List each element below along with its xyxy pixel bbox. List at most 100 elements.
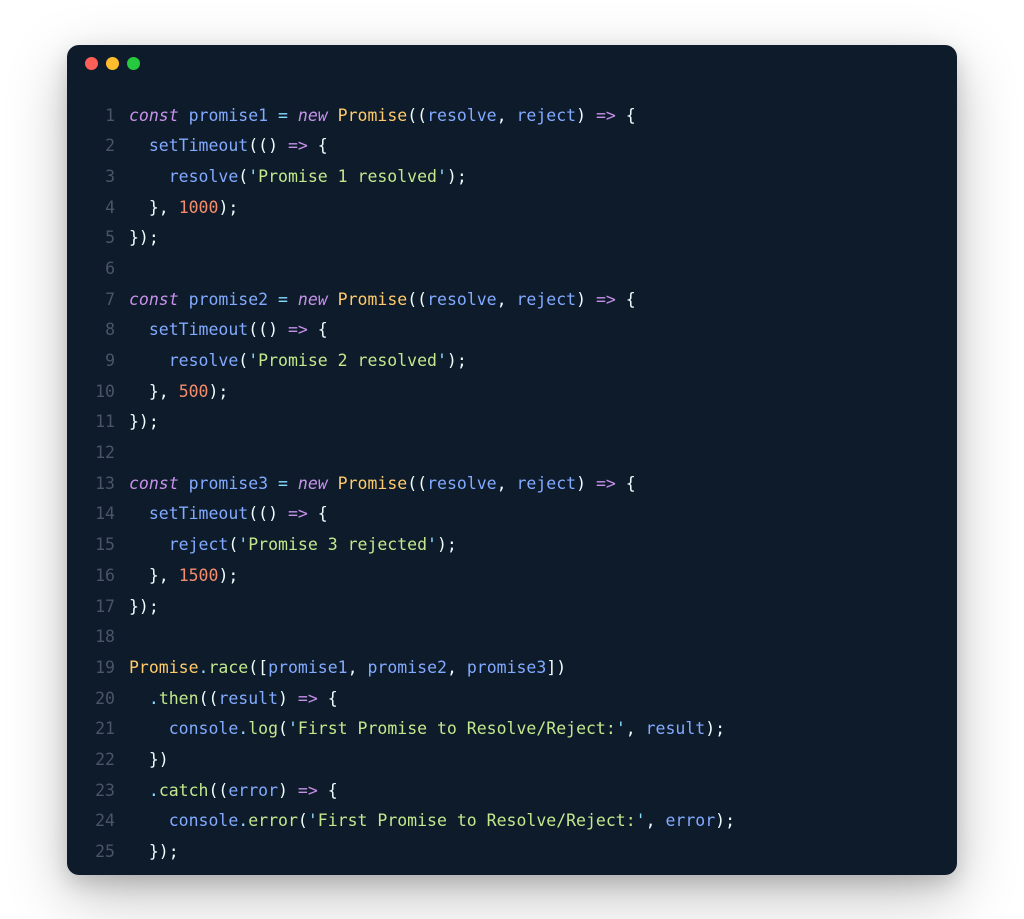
token-whitespace xyxy=(129,320,149,339)
token-ident: reject xyxy=(517,106,577,125)
token-punc: , xyxy=(497,106,517,125)
token-punc: (( xyxy=(208,781,228,800)
token-arrow: => xyxy=(288,504,308,523)
code-line: 19Promise.race([promise1, promise2, prom… xyxy=(87,653,937,684)
token-punc: { xyxy=(318,689,338,708)
code-editor[interactable]: 1const promise1 = new Promise((resolve, … xyxy=(67,83,957,875)
token-punc: }); xyxy=(129,228,159,247)
token-op: = xyxy=(278,106,288,125)
code-content: .catch((error) => { xyxy=(129,776,937,807)
token-str: Promise 1 resolved xyxy=(258,167,437,186)
token-punc: { xyxy=(318,781,338,800)
maximize-icon[interactable] xyxy=(127,57,140,70)
token-fn: resolve xyxy=(169,167,239,186)
token-whitespace xyxy=(129,842,149,861)
token-fn: reject xyxy=(169,535,229,554)
code-content: resolve('Promise 2 resolved'); xyxy=(129,346,937,377)
code-line: 18 xyxy=(87,622,937,653)
token-punc: , xyxy=(497,474,517,493)
line-number: 3 xyxy=(87,162,115,193)
token-whitespace xyxy=(179,290,189,309)
code-line: 4 }, 1000); xyxy=(87,193,937,224)
code-line: 17}); xyxy=(87,592,937,623)
line-number: 8 xyxy=(87,315,115,346)
token-ident: resolve xyxy=(427,106,497,125)
code-content: }); xyxy=(129,407,937,438)
token-str: First Promise to Resolve/Reject: xyxy=(298,719,616,738)
token-dot-op: . xyxy=(149,689,159,708)
token-punc: (() xyxy=(248,136,288,155)
token-whitespace xyxy=(129,566,149,585)
token-kw-decl: new xyxy=(298,290,328,309)
token-punc: (( xyxy=(407,474,427,493)
token-ident: promise3 xyxy=(467,658,546,677)
token-strq: ' xyxy=(616,719,626,738)
token-whitespace xyxy=(129,198,149,217)
token-fn: setTimeout xyxy=(149,136,248,155)
token-punc: ); xyxy=(715,811,735,830)
token-str: Promise 3 rejected xyxy=(248,535,427,554)
token-strq: ' xyxy=(238,535,248,554)
token-ident: promise2 xyxy=(189,290,268,309)
token-ident: reject xyxy=(517,290,577,309)
token-whitespace xyxy=(328,474,338,493)
code-content: setTimeout(() => { xyxy=(129,499,937,530)
code-content: resolve('Promise 1 resolved'); xyxy=(129,162,937,193)
token-ident: console xyxy=(169,811,239,830)
token-punc: }, xyxy=(149,198,179,217)
code-content: console.log('First Promise to Resolve/Re… xyxy=(129,714,937,745)
token-arrow: => xyxy=(596,290,616,309)
token-strq: ' xyxy=(427,535,437,554)
line-number: 10 xyxy=(87,377,115,408)
code-line: 24 console.error('First Promise to Resol… xyxy=(87,806,937,837)
line-number: 5 xyxy=(87,223,115,254)
token-op: = xyxy=(278,290,288,309)
code-line: 13const promise3 = new Promise((resolve,… xyxy=(87,469,937,500)
token-punc: , xyxy=(447,658,467,677)
code-line: 14 setTimeout(() => { xyxy=(87,499,937,530)
code-line: 7const promise2 = new Promise((resolve, … xyxy=(87,285,937,316)
token-punc: ( xyxy=(238,167,248,186)
token-arrow: => xyxy=(298,689,318,708)
token-punc: (() xyxy=(248,504,288,523)
token-whitespace xyxy=(129,535,169,554)
token-punc: }); xyxy=(129,412,159,431)
code-line: 25 }); xyxy=(87,837,937,868)
token-kw-decl: const xyxy=(129,474,179,493)
token-punc: { xyxy=(308,320,328,339)
token-arrow: => xyxy=(298,781,318,800)
token-kw-decl: new xyxy=(298,106,328,125)
code-content: console.error('First Promise to Resolve/… xyxy=(129,806,937,837)
token-whitespace xyxy=(328,106,338,125)
code-content: }) xyxy=(129,745,937,776)
token-strq: ' xyxy=(248,351,258,370)
minimize-icon[interactable] xyxy=(106,57,119,70)
line-number: 2 xyxy=(87,131,115,162)
token-whitespace xyxy=(288,290,298,309)
token-punc: }); xyxy=(149,842,179,861)
line-number: 14 xyxy=(87,499,115,530)
token-punc: ) xyxy=(278,781,298,800)
close-icon[interactable] xyxy=(85,57,98,70)
token-num: 500 xyxy=(179,382,209,401)
token-punc: }, xyxy=(149,382,179,401)
token-str: Promise 2 resolved xyxy=(258,351,437,370)
code-line: 12 xyxy=(87,438,937,469)
token-cls: Promise xyxy=(338,106,408,125)
line-number: 21 xyxy=(87,714,115,745)
token-punc: ); xyxy=(447,351,467,370)
code-line: 20 .then((result) => { xyxy=(87,684,937,715)
code-content: const promise1 = new Promise((resolve, r… xyxy=(129,101,937,132)
token-punc: ) xyxy=(278,689,298,708)
code-line: 6 xyxy=(87,254,937,285)
line-number: 22 xyxy=(87,745,115,776)
token-ident: console xyxy=(169,719,239,738)
token-ident: promise2 xyxy=(367,658,446,677)
line-number: 16 xyxy=(87,561,115,592)
token-fn: setTimeout xyxy=(149,504,248,523)
token-punc: , xyxy=(646,811,666,830)
code-line: 16 }, 1500); xyxy=(87,561,937,592)
token-whitespace xyxy=(129,627,139,646)
token-ident: result xyxy=(218,689,278,708)
code-line: 23 .catch((error) => { xyxy=(87,776,937,807)
